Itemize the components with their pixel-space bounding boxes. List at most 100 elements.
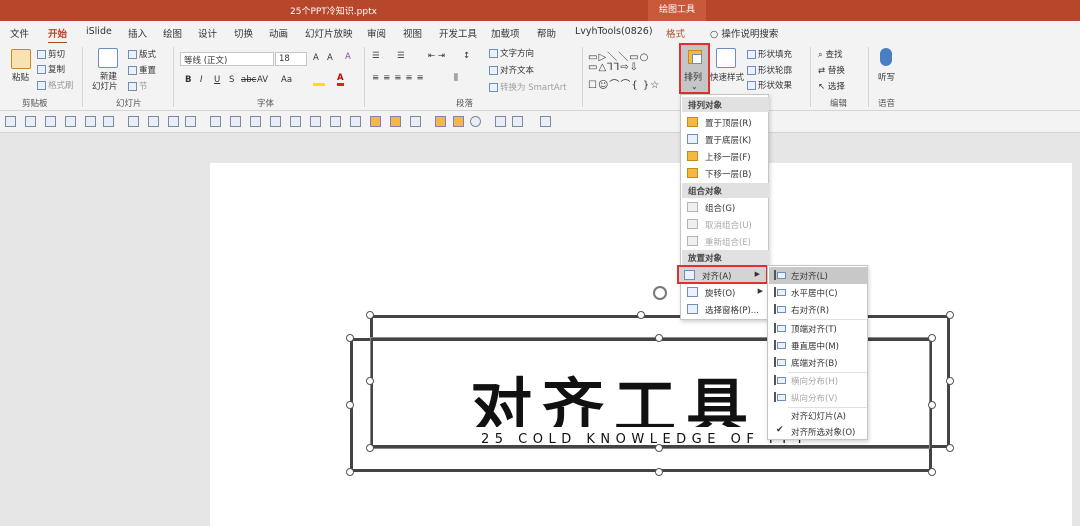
shapes-gallery-row3[interactable]: ☐☺⌒⌒{ }☆ bbox=[588, 76, 660, 91]
slide-title[interactable]: 对齐工具 bbox=[470, 357, 800, 427]
quick-styles-icon[interactable] bbox=[716, 48, 736, 68]
qat-tool-icon[interactable] bbox=[148, 116, 159, 127]
resize-handle[interactable] bbox=[637, 311, 645, 319]
resize-handle[interactable] bbox=[928, 334, 936, 342]
bring-forward-item[interactable]: 上移一层(F) bbox=[682, 148, 769, 165]
tab-slideshow[interactable]: 幻灯片放映 bbox=[305, 26, 353, 40]
align-middle-item[interactable]: 垂直居中(M) bbox=[769, 337, 868, 354]
resize-handle[interactable] bbox=[655, 334, 663, 342]
star-icon[interactable] bbox=[168, 116, 179, 127]
new-slide-icon[interactable] bbox=[98, 48, 118, 68]
resize-handle[interactable] bbox=[346, 401, 354, 409]
section-button[interactable]: 节 bbox=[128, 80, 148, 92]
bold-button[interactable]: B bbox=[185, 75, 191, 85]
align-selected-objects-item[interactable]: ✔ 对齐所选对象(O) bbox=[769, 423, 868, 440]
star-icon[interactable] bbox=[185, 116, 196, 127]
group-icon[interactable] bbox=[410, 116, 421, 127]
char-spacing-button[interactable]: AV bbox=[257, 75, 268, 85]
send-to-back-item[interactable]: 置于底层(K) bbox=[682, 131, 769, 148]
align-left-item[interactable]: 左对齐(L) bbox=[769, 267, 868, 284]
save-icon[interactable] bbox=[85, 116, 96, 127]
resize-handle[interactable] bbox=[366, 377, 374, 385]
resize-handle[interactable] bbox=[366, 444, 374, 452]
grow-font-button[interactable]: A bbox=[313, 53, 319, 63]
microphone-icon[interactable] bbox=[880, 48, 892, 66]
tab-file[interactable]: 文件 bbox=[10, 26, 29, 40]
align-bottom-item[interactable]: 底端对齐(B) bbox=[769, 354, 868, 371]
clear-format-icon[interactable]: A bbox=[345, 52, 351, 62]
selection-pane-item[interactable]: 选择窗格(P)... bbox=[682, 301, 769, 318]
reset-button[interactable]: 重置 bbox=[128, 64, 156, 76]
align-center-item[interactable]: 水平居中(C) bbox=[769, 284, 868, 301]
cut-button[interactable]: 剪切 bbox=[37, 48, 65, 60]
resize-handle[interactable] bbox=[346, 334, 354, 342]
tab-islide[interactable]: iSlide bbox=[86, 26, 112, 37]
bring-to-front-icon[interactable] bbox=[435, 116, 446, 127]
align-right-item[interactable]: 右对齐(R) bbox=[769, 301, 868, 318]
qat-tool-icon[interactable] bbox=[128, 116, 139, 127]
paste-icon[interactable] bbox=[11, 49, 31, 69]
resize-handle[interactable] bbox=[346, 468, 354, 476]
numbering-icon[interactable]: ☰ bbox=[397, 51, 405, 61]
tab-animations[interactable]: 动画 bbox=[269, 26, 288, 40]
slide-subtitle[interactable]: 25 COLD KNOWLEDGE OF PPT bbox=[481, 432, 809, 447]
tab-draw[interactable]: 绘图 bbox=[163, 26, 182, 40]
align-top-icon[interactable] bbox=[270, 116, 281, 127]
format-painter-button[interactable]: 格式刷 bbox=[37, 79, 74, 91]
resize-handle[interactable] bbox=[946, 444, 954, 452]
align-to-slide-item[interactable]: 对齐幻灯片(A) bbox=[769, 407, 868, 424]
find-button[interactable]: ⌕ 查找 bbox=[818, 48, 842, 60]
tab-help[interactable]: 帮助 bbox=[537, 26, 556, 40]
shape-fill-button[interactable]: 形状填充 bbox=[747, 48, 792, 60]
tab-view[interactable]: 视图 bbox=[403, 26, 422, 40]
send-backward-item[interactable]: 下移一层(B) bbox=[682, 165, 769, 182]
shapes-gallery-row2[interactable]: ▭△⅂⅂⇨⇩ bbox=[588, 62, 639, 73]
align-right-icon[interactable] bbox=[250, 116, 261, 127]
tab-review[interactable]: 审阅 bbox=[367, 26, 386, 40]
send-backward-icon[interactable] bbox=[390, 116, 401, 127]
bring-forward-icon[interactable] bbox=[370, 116, 381, 127]
strikethrough-button[interactable]: abc bbox=[241, 75, 256, 85]
resize-handle[interactable] bbox=[655, 468, 663, 476]
alignment-icons[interactable]: ≡≡≡≡≡ bbox=[372, 73, 428, 83]
qat-tool-icon[interactable] bbox=[45, 116, 56, 127]
indent-icons[interactable]: ⇤ ⇥ bbox=[428, 51, 445, 61]
shrink-font-button[interactable]: A bbox=[327, 53, 333, 63]
highlight-icon[interactable] bbox=[313, 74, 325, 86]
resize-handle[interactable] bbox=[928, 401, 936, 409]
tab-lvyhtools[interactable]: LvyhTools(0826) bbox=[575, 26, 653, 37]
change-case-button[interactable]: Aa bbox=[281, 75, 292, 85]
qat-tool-icon[interactable] bbox=[65, 116, 76, 127]
distribute-vertically-item[interactable]: 纵向分布(V) bbox=[769, 389, 868, 406]
convert-smartart-button[interactable]: 转换为 SmartArt bbox=[489, 81, 567, 93]
circle-icon[interactable] bbox=[470, 116, 481, 127]
shapes-gallery[interactable]: ▭▷＼＼▭○ bbox=[588, 48, 649, 63]
shape-outline-button[interactable]: 形状轮廓 bbox=[747, 64, 792, 76]
tab-design[interactable]: 设计 bbox=[198, 26, 217, 40]
quick-styles-button[interactable]: 快速样式 bbox=[710, 71, 744, 83]
layout-button[interactable]: 版式 bbox=[128, 48, 156, 60]
copy-button[interactable]: 复制 bbox=[37, 63, 65, 75]
font-name-select[interactable]: 等线 (正文) bbox=[180, 52, 274, 66]
resize-handle[interactable] bbox=[366, 311, 374, 319]
ungroup-item[interactable]: 取消组合(U) bbox=[682, 216, 769, 233]
tab-insert[interactable]: 插入 bbox=[128, 26, 147, 40]
line-spacing-icon[interactable]: ↕ bbox=[463, 51, 470, 61]
shape-effects-button[interactable]: 形状效果 bbox=[747, 79, 792, 91]
bring-to-front-item[interactable]: 置于顶层(R) bbox=[682, 114, 769, 131]
distribute-horizontally-item[interactable]: 横向分布(H) bbox=[769, 372, 868, 389]
resize-handle[interactable] bbox=[946, 377, 954, 385]
tab-developer[interactable]: 开发工具 bbox=[439, 26, 477, 40]
resize-handle[interactable] bbox=[928, 468, 936, 476]
bullets-icon[interactable]: ☰ bbox=[372, 51, 380, 61]
arrange-button[interactable]: 排列 ⌄ bbox=[679, 43, 710, 94]
tab-format[interactable]: 格式 bbox=[666, 26, 685, 40]
qat-tool-icon[interactable] bbox=[25, 116, 36, 127]
group-item[interactable]: 组合(G) bbox=[682, 199, 769, 216]
replace-button[interactable]: ⇄ 替换 bbox=[818, 64, 845, 76]
distribute-icon[interactable] bbox=[350, 116, 361, 127]
align-center-icon[interactable] bbox=[230, 116, 241, 127]
align-bottom-icon[interactable] bbox=[310, 116, 321, 127]
rotate-icon[interactable] bbox=[512, 116, 523, 127]
paste-button[interactable]: 粘贴 bbox=[12, 71, 29, 83]
